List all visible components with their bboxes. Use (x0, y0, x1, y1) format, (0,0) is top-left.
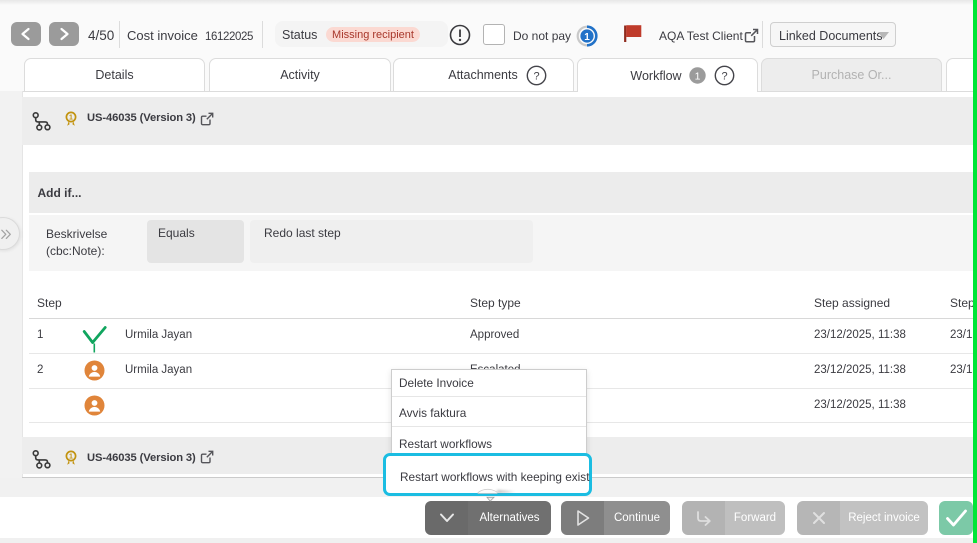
svg-text:1: 1 (584, 32, 590, 43)
svg-text:?: ? (533, 70, 539, 82)
svg-text:1: 1 (69, 454, 73, 461)
svg-text:?: ? (721, 71, 727, 83)
svg-text:1: 1 (69, 115, 73, 122)
svg-text:1: 1 (694, 71, 700, 83)
